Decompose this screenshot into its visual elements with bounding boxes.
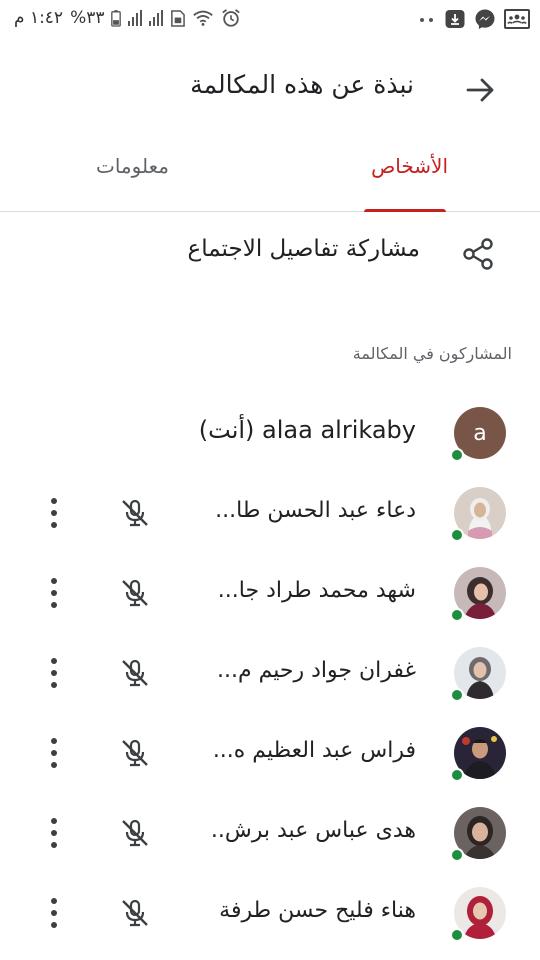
participant-row[interactable]: هدى عباس عبد برش.. [0, 804, 540, 884]
share-icon [463, 238, 493, 270]
status-right [418, 8, 530, 30]
presence-dot [450, 528, 464, 542]
download-icon [445, 10, 465, 28]
page-title: نبذة عن هذه المكالمة [190, 70, 414, 99]
participant-name: غفران جواد رحيم م... [217, 658, 416, 683]
presence-dot [450, 448, 464, 462]
status-time: ١:٤٢ م [14, 8, 64, 28]
participant-row[interactable]: دعاء عبد الحسن طا... [0, 484, 540, 564]
messenger-icon [475, 9, 495, 29]
avatar-letter: a [473, 420, 487, 446]
mic-off-icon [122, 659, 148, 687]
wifi-icon [193, 10, 214, 26]
battery-icon [111, 9, 122, 27]
classroom-icon [504, 9, 530, 29]
more-options-icon[interactable] [44, 654, 64, 692]
battery-percent: %٣٣ [70, 8, 105, 28]
presence-dot [450, 608, 464, 622]
participant-row[interactable]: هناء فليح حسن طرفة [0, 884, 540, 960]
participant-name: شهد محمد طراد جا... [217, 578, 416, 603]
more-options-icon[interactable] [44, 734, 64, 772]
tab-bar: الأشخاص معلومات [0, 140, 540, 212]
tab-people[interactable]: الأشخاص [371, 154, 448, 178]
presence-dot [450, 688, 464, 702]
status-bar: ١:٤٢ م %٣٣ [0, 0, 540, 38]
header: نبذة عن هذه المكالمة [0, 62, 540, 118]
participants-section-label: المشاركون في المكالمة [352, 344, 512, 363]
participants-list: a alaa alrikaby (أنت) دعاء عبد الحسن طا.… [0, 404, 540, 960]
arrow-icon[interactable] [462, 72, 498, 108]
participant-name: فراس عبد العظيم ه... [212, 738, 416, 763]
mic-off-icon [122, 579, 148, 607]
share-meeting-details-row[interactable]: مشاركة تفاصيل الاجتماع [0, 226, 540, 286]
presence-dot [450, 928, 464, 942]
more-options-icon[interactable] [44, 494, 64, 532]
more-options-icon[interactable] [44, 814, 64, 852]
more-options-icon[interactable] [44, 894, 64, 932]
participant-name: هدى عباس عبد برش.. [210, 818, 416, 843]
status-left: ١:٤٢ م %٣٣ [14, 8, 241, 28]
participant-row-self[interactable]: a alaa alrikaby (أنت) [0, 404, 540, 484]
tab-info[interactable]: معلومات [96, 154, 169, 178]
mic-off-icon [122, 819, 148, 847]
signal-icon [149, 10, 164, 26]
mic-off-icon [122, 499, 148, 527]
tab-indicator [364, 209, 446, 212]
signal-icon [128, 10, 143, 26]
more-notifications-icon [420, 18, 433, 22]
more-options-icon[interactable] [44, 574, 64, 612]
share-meeting-details-label: مشاركة تفاصيل الاجتماع [187, 236, 420, 262]
participant-name: alaa alrikaby (أنت) [198, 416, 416, 444]
participant-name: هناء فليح حسن طرفة [219, 898, 416, 923]
participant-name: دعاء عبد الحسن طا... [215, 498, 416, 523]
participant-row[interactable]: غفران جواد رحيم م... [0, 644, 540, 724]
participant-row[interactable]: شهد محمد طراد جا... [0, 564, 540, 644]
presence-dot [450, 848, 464, 862]
participant-row[interactable]: فراس عبد العظيم ه... [0, 724, 540, 804]
presence-dot [450, 768, 464, 782]
mic-off-icon [122, 899, 148, 927]
alarm-icon [222, 9, 241, 27]
sim-icon [171, 9, 186, 27]
mic-off-icon [122, 739, 148, 767]
